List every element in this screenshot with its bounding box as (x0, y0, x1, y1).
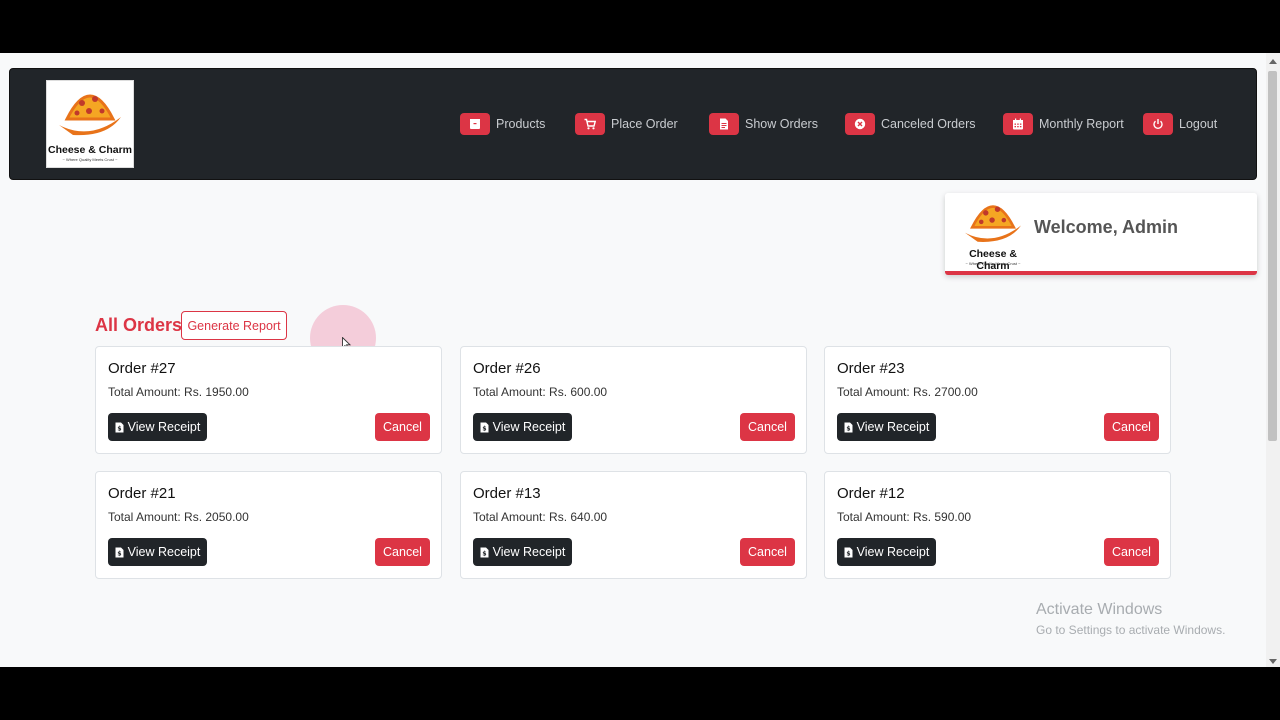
nav-canceled-orders[interactable]: Canceled Orders (845, 112, 976, 136)
view-receipt-label: View Receipt (492, 420, 566, 434)
power-icon (1143, 113, 1173, 135)
receipt-file-icon: $ (844, 422, 853, 432)
order-title: Order #27 (108, 360, 176, 377)
navbar: Cheese & Charm ~ Where Quality Meets Cru… (9, 68, 1257, 180)
pizza-logo-icon (965, 205, 1021, 242)
times-circle-icon (845, 113, 875, 135)
svg-text:$: $ (846, 550, 850, 557)
order-card: Order #27 Total Amount: Rs. 1950.00 $ Vi… (95, 346, 442, 454)
brand-name: Cheese & Charm (47, 144, 133, 156)
brand-name: Cheese & Charm (969, 248, 1017, 272)
view-receipt-label: View Receipt (127, 545, 201, 559)
nav-products[interactable]: Products (460, 112, 545, 136)
cancel-order-button[interactable]: Cancel (375, 538, 430, 566)
view-receipt-button[interactable]: $ View Receipt (108, 538, 207, 566)
order-card: Order #13 Total Amount: Rs. 640.00 $ Vie… (460, 471, 807, 579)
file-icon (709, 113, 739, 135)
nav-show-orders[interactable]: Show Orders (709, 112, 818, 136)
view-receipt-button[interactable]: $ View Receipt (837, 538, 936, 566)
brand-tagline: ~ Where Quality Meets Crust ~ (62, 157, 118, 162)
order-card: Order #26 Total Amount: Rs. 600.00 $ Vie… (460, 346, 807, 454)
scroll-thumb[interactable] (1268, 71, 1277, 441)
nav-show-orders-label: Show Orders (745, 117, 818, 131)
cart-icon (575, 113, 605, 135)
nav-products-label: Products (496, 117, 546, 131)
receipt-file-icon: $ (480, 547, 489, 557)
receipt-file-icon: $ (480, 422, 489, 432)
svg-text:$: $ (846, 425, 850, 432)
receipt-file-icon: $ (844, 547, 853, 557)
order-title: Order #13 (473, 485, 541, 502)
view-receipt-button[interactable]: $ View Receipt (837, 413, 936, 441)
order-title: Order #23 (837, 360, 905, 377)
order-title: Order #12 (837, 485, 905, 502)
nav-place-order[interactable]: Place Order (575, 112, 678, 136)
svg-text:$: $ (117, 425, 121, 432)
order-total: Total Amount: Rs. 640.00 (473, 510, 608, 524)
scroll-down-arrow-icon[interactable] (1269, 659, 1277, 664)
order-card: Order #12 Total Amount: Rs. 590.00 $ Vie… (824, 471, 1171, 579)
app-screen: Cheese & Charm ~ Where Quality Meets Cru… (0, 53, 1280, 667)
receipt-file-icon: $ (115, 422, 124, 432)
svg-text:$: $ (482, 425, 486, 432)
order-total: Total Amount: Rs. 2700.00 (837, 385, 978, 399)
page-scrollbar[interactable] (1266, 53, 1280, 667)
page-title: All Orders (95, 315, 183, 335)
activation-watermark-title: Activate Windows (1036, 601, 1163, 618)
activation-watermark-subtitle: Go to Settings to activate Windows. (1036, 623, 1226, 637)
nav-place-order-label: Place Order (611, 117, 678, 131)
box-icon (460, 113, 490, 135)
view-receipt-button[interactable]: $ View Receipt (473, 413, 572, 441)
nav-monthly-report-label: Monthly Report (1039, 117, 1124, 131)
nav-canceled-orders-label: Canceled Orders (881, 117, 976, 131)
cancel-order-button[interactable]: Cancel (1104, 413, 1159, 441)
scroll-up-arrow-icon[interactable] (1269, 59, 1277, 64)
welcome-card: Cheese & Charm ~ Where Quality Meets Cru… (945, 193, 1257, 275)
order-card: Order #23 Total Amount: Rs. 2700.00 $ Vi… (824, 346, 1171, 454)
view-receipt-label: View Receipt (127, 420, 201, 434)
view-receipt-label: View Receipt (492, 545, 566, 559)
cancel-order-button[interactable]: Cancel (375, 413, 430, 441)
cancel-order-button[interactable]: Cancel (1104, 538, 1159, 566)
welcome-logo: Cheese & Charm ~ Where Quality Meets Cru… (953, 193, 1033, 272)
view-receipt-label: View Receipt (856, 420, 930, 434)
generate-report-button[interactable]: Generate Report (181, 311, 287, 340)
order-total: Total Amount: Rs. 2050.00 (108, 510, 249, 524)
welcome-message: Welcome, Admin (1034, 217, 1179, 237)
brand-logo[interactable]: Cheese & Charm ~ Where Quality Meets Cru… (46, 80, 134, 168)
order-title: Order #26 (473, 360, 541, 377)
calendar-icon (1003, 113, 1033, 135)
nav-logout[interactable]: Logout (1143, 112, 1217, 136)
brand-tagline: ~ Where Quality Meets Crust ~ (965, 261, 1021, 266)
order-title: Order #21 (108, 485, 176, 502)
receipt-file-icon: $ (115, 547, 124, 557)
order-card: Order #21 Total Amount: Rs. 2050.00 $ Vi… (95, 471, 442, 579)
view-receipt-label: View Receipt (856, 545, 930, 559)
order-total: Total Amount: Rs. 600.00 (473, 385, 608, 399)
view-receipt-button[interactable]: $ View Receipt (108, 413, 207, 441)
svg-text:$: $ (117, 550, 121, 557)
order-total: Total Amount: Rs. 1950.00 (108, 385, 249, 399)
cancel-order-button[interactable]: Cancel (740, 538, 795, 566)
order-total: Total Amount: Rs. 590.00 (837, 510, 972, 524)
nav-logout-label: Logout (1179, 117, 1218, 131)
svg-text:$: $ (482, 550, 486, 557)
cancel-order-button[interactable]: Cancel (740, 413, 795, 441)
pizza-logo-icon (59, 94, 121, 136)
view-receipt-button[interactable]: $ View Receipt (473, 538, 572, 566)
nav-monthly-report[interactable]: Monthly Report (1003, 112, 1124, 136)
